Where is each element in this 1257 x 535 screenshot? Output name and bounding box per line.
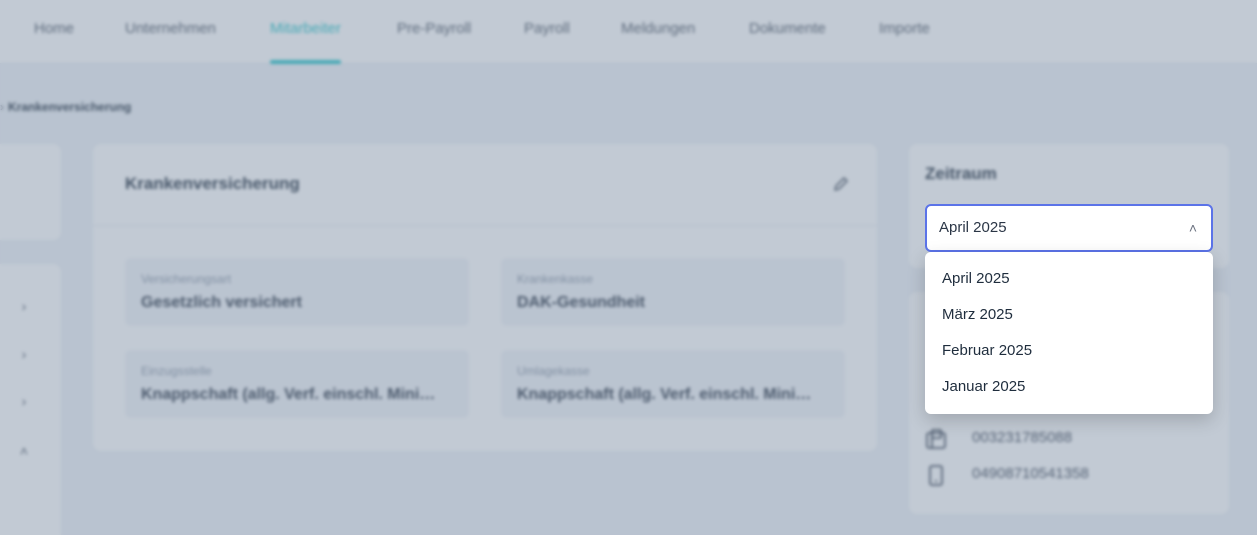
zeitraum-select[interactable]: April 2025 ˄ (925, 204, 1213, 252)
dropdown-option-april-2025[interactable]: April 2025 (925, 261, 1213, 297)
chevron-up-icon: ˄ (1188, 220, 1197, 236)
dropdown-option-januar-2025[interactable]: Januar 2025 (925, 369, 1213, 405)
zeitraum-selected-value: April 2025 (939, 219, 1007, 236)
zeitraum-dropdown-menu: April 2025 März 2025 Februar 2025 Januar… (925, 252, 1213, 414)
dropdown-option-februar-2025[interactable]: Februar 2025 (925, 333, 1213, 369)
dropdown-option-maerz-2025[interactable]: März 2025 (925, 297, 1213, 333)
